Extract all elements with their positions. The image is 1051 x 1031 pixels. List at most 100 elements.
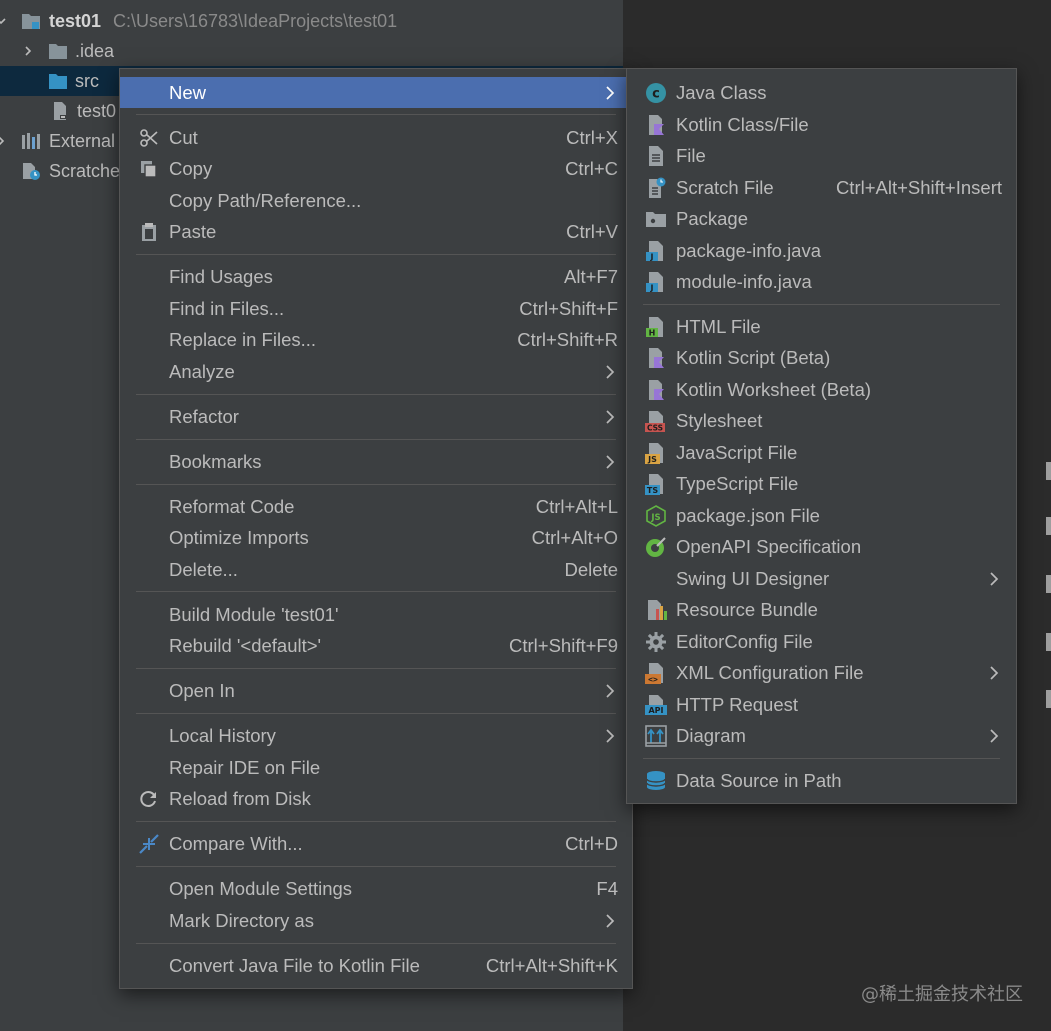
menu-item-label: Java Class	[676, 82, 767, 103]
submenu-item-diagram[interactable]: Diagram	[627, 720, 1016, 751]
tree-label-idea: .idea	[75, 41, 115, 61]
menu-item-copy-path[interactable]: Copy Path/Reference...	[120, 185, 632, 216]
chevron-right-icon[interactable]	[0, 134, 8, 148]
menu-item-label: TypeScript File	[676, 473, 799, 494]
copy-icon	[138, 158, 160, 180]
submenu-item-swing-ui-designer[interactable]: Swing UI Designer	[627, 563, 1016, 594]
ts-badge-text: TS	[647, 486, 658, 495]
submenu-item-stylesheet[interactable]: CSS Stylesheet	[627, 405, 1016, 436]
menu-item-label: Analyze	[169, 361, 235, 382]
menu-item-open-in[interactable]: Open In	[120, 675, 632, 706]
menu-item-label: Find in Files...	[169, 298, 285, 319]
menu-item-shortcut: Ctrl+Alt+Shift+K	[485, 955, 618, 976]
menu-item-new[interactable]: New	[120, 77, 632, 108]
submenu-item-typescript-file[interactable]: TS TypeScript File	[627, 468, 1016, 499]
menu-item-rebuild[interactable]: Rebuild '<default>' Ctrl+Shift+F9	[120, 630, 632, 661]
chevron-right-icon	[606, 729, 615, 743]
menu-item-shortcut: F4	[596, 878, 618, 899]
menu-item-label: Refactor	[169, 406, 239, 427]
menu-item-label: Replace in Files...	[169, 329, 317, 350]
submenu-item-scratch-file[interactable]: Scratch File Ctrl+Alt+Shift+Insert	[627, 172, 1016, 203]
menu-item-paste[interactable]: Paste Ctrl+V	[120, 216, 632, 247]
submenu-item-package-info[interactable]: J package-info.java	[627, 235, 1016, 266]
java-file-icon: J	[645, 240, 667, 262]
menu-item-refactor[interactable]: Refactor	[120, 401, 632, 432]
tree-root-path: C:\Users\16783\IdeaProjects\test01	[113, 11, 398, 31]
menu-item-label: Stylesheet	[676, 410, 763, 431]
menu-separator	[643, 304, 1000, 305]
submenu-item-xml-config[interactable]: <> XML Configuration File	[627, 657, 1016, 688]
submenu-item-javascript-file[interactable]: JS JavaScript File	[627, 437, 1016, 468]
chevron-right-icon	[606, 86, 615, 100]
menu-item-analyze[interactable]: Analyze	[120, 356, 632, 387]
submenu-item-java-class[interactable]: c Java Class	[627, 77, 1016, 108]
chevron-right-icon	[606, 365, 615, 379]
submenu-item-package-json[interactable]: JS package.json File	[627, 500, 1016, 531]
tree-row-root[interactable]: test01 C:\Users\16783\IdeaProjects\test0…	[0, 6, 623, 36]
menu-separator	[136, 713, 616, 714]
menu-item-label: HTTP Request	[676, 694, 799, 715]
editor-edge-glyph	[1046, 690, 1051, 708]
menu-item-label: Delete...	[169, 559, 238, 580]
new-submenu: c Java Class Kotlin Class/File File Scra…	[626, 68, 1017, 804]
watermark: @稀土掘金技术社区	[861, 984, 1023, 1005]
reload-icon	[138, 788, 160, 810]
menu-item-optimize-imports[interactable]: Optimize Imports Ctrl+Alt+O	[120, 522, 632, 553]
menu-item-mark-directory-as[interactable]: Mark Directory as	[120, 905, 632, 936]
submenu-item-resource-bundle[interactable]: Resource Bundle	[627, 594, 1016, 625]
menu-item-label: Diagram	[676, 725, 746, 746]
tree-label-file: test0	[77, 101, 117, 121]
menu-item-label: package.json File	[676, 505, 820, 526]
submenu-item-data-source-in-path[interactable]: Data Source in Path	[627, 765, 1016, 796]
submenu-item-kotlin-script[interactable]: Kotlin Script (Beta)	[627, 342, 1016, 373]
tree-row-idea[interactable]: .idea	[0, 36, 623, 66]
menu-item-label: Repair IDE on File	[169, 757, 321, 778]
menu-item-delete[interactable]: Delete... Delete	[120, 554, 632, 585]
submenu-item-file[interactable]: File	[627, 140, 1016, 171]
menu-item-bookmarks[interactable]: Bookmarks	[120, 446, 632, 477]
menu-item-shortcut: Ctrl+Shift+F9	[509, 635, 618, 656]
submenu-item-module-info[interactable]: J module-info.java	[627, 266, 1016, 297]
menu-separator	[136, 439, 616, 440]
submenu-item-html-file[interactable]: H HTML File	[627, 311, 1016, 342]
typescript-file-icon: TS	[645, 473, 667, 495]
submenu-item-package[interactable]: Package	[627, 203, 1016, 234]
submenu-item-http-request[interactable]: API HTTP Request	[627, 689, 1016, 720]
menu-item-shortcut: Ctrl+Alt+O	[531, 527, 618, 548]
compare-arrows-icon	[138, 833, 160, 855]
menu-item-shortcut: Ctrl+D	[565, 833, 618, 854]
chevron-right-icon	[990, 572, 999, 586]
menu-item-find-in-files[interactable]: Find in Files... Ctrl+Shift+F	[120, 293, 632, 324]
menu-item-local-history[interactable]: Local History	[120, 720, 632, 751]
chevron-down-icon[interactable]	[0, 14, 8, 28]
menu-item-shortcut: Ctrl+X	[566, 127, 618, 148]
http-api-icon: API	[645, 694, 667, 716]
menu-item-label: Data Source in Path	[676, 770, 842, 791]
xml-badge-text: <>	[648, 675, 658, 684]
menu-item-find-usages[interactable]: Find Usages Alt+F7	[120, 261, 632, 292]
tree-label-scratches: Scratche	[49, 161, 121, 181]
chevron-right-icon	[606, 914, 615, 928]
menu-item-cut[interactable]: Cut Ctrl+X	[120, 122, 632, 153]
menu-item-convert-java-to-kotlin[interactable]: Convert Java File to Kotlin File Ctrl+Al…	[120, 950, 632, 981]
menu-item-label: Paste	[169, 221, 217, 242]
menu-item-repair-ide[interactable]: Repair IDE on File	[120, 752, 632, 783]
menu-item-compare-with[interactable]: Compare With... Ctrl+D	[120, 828, 632, 859]
menu-item-label: Local History	[169, 725, 276, 746]
menu-item-replace-in-files[interactable]: Replace in Files... Ctrl+Shift+R	[120, 324, 632, 355]
submenu-item-editorconfig[interactable]: EditorConfig File	[627, 626, 1016, 657]
menu-separator	[643, 758, 1000, 759]
submenu-item-openapi[interactable]: OpenAPI Specification	[627, 531, 1016, 562]
menu-item-reload-from-disk[interactable]: Reload from Disk	[120, 783, 632, 814]
libraries-icon	[21, 131, 41, 151]
menu-item-copy[interactable]: Copy Ctrl+C	[120, 153, 632, 184]
submenu-item-kotlin-worksheet[interactable]: Kotlin Worksheet (Beta)	[627, 374, 1016, 405]
chevron-right-icon	[606, 410, 615, 424]
menu-item-shortcut: Delete	[564, 559, 618, 580]
svg-text:c: c	[652, 87, 660, 102]
menu-item-open-module-settings[interactable]: Open Module Settings F4	[120, 873, 632, 904]
menu-item-reformat-code[interactable]: Reformat Code Ctrl+Alt+L	[120, 491, 632, 522]
chevron-right-icon[interactable]	[21, 44, 35, 58]
menu-item-build-module[interactable]: Build Module 'test01'	[120, 599, 632, 630]
submenu-item-kotlin-class[interactable]: Kotlin Class/File	[627, 109, 1016, 140]
